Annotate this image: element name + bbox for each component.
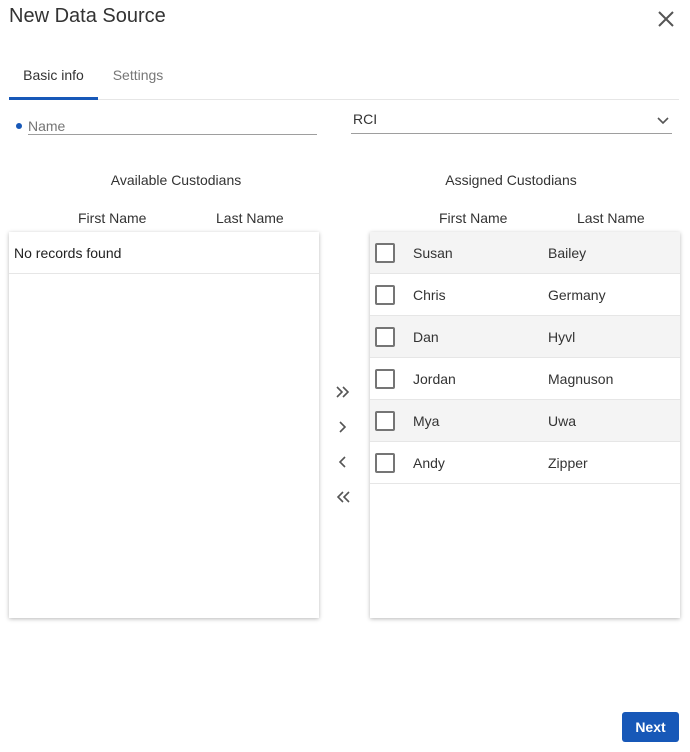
first-name-cell: Chris: [413, 287, 446, 303]
next-button[interactable]: Next: [622, 712, 679, 742]
table-row[interactable]: Andy Zipper: [370, 442, 680, 484]
chevron-down-icon: [657, 117, 669, 125]
tab-settings[interactable]: Settings: [98, 60, 178, 100]
tab-basic-info[interactable]: Basic info: [9, 60, 98, 100]
last-name-cell: Magnuson: [548, 371, 614, 387]
table-row[interactable]: Mya Uwa: [370, 400, 680, 442]
available-custodians-list[interactable]: No records found: [9, 232, 319, 618]
available-last-name-header[interactable]: Last Name: [216, 210, 284, 226]
name-field: [16, 117, 317, 135]
last-name-cell: Hyvl: [548, 329, 576, 345]
double-chevron-right-icon[interactable]: [333, 382, 353, 402]
first-name-cell: Susan: [413, 245, 453, 261]
empty-message: No records found: [9, 232, 319, 274]
row-checkbox[interactable]: [375, 243, 395, 263]
last-name-cell: Bailey: [548, 245, 587, 261]
first-name-cell: Dan: [413, 329, 439, 345]
row-checkbox[interactable]: [375, 285, 395, 305]
table-row[interactable]: Dan Hyvl: [370, 316, 680, 358]
double-chevron-left-icon[interactable]: [333, 487, 353, 507]
chevron-left-icon[interactable]: [333, 452, 353, 472]
close-icon[interactable]: [656, 9, 676, 29]
first-name-cell: Mya: [413, 413, 440, 429]
assigned-custodians-title: Assigned Custodians: [445, 172, 577, 188]
assigned-last-name-header[interactable]: Last Name: [577, 210, 645, 226]
row-checkbox[interactable]: [375, 369, 395, 389]
name-input[interactable]: [28, 117, 317, 135]
assigned-first-name-header[interactable]: First Name: [439, 210, 507, 226]
row-checkbox[interactable]: [375, 453, 395, 473]
first-name-cell: Andy: [413, 455, 445, 471]
select-value: RCI: [353, 111, 378, 127]
table-row[interactable]: Chris Germany: [370, 274, 680, 316]
assigned-custodians-list[interactable]: Susan Bailey Chris Germany Dan Hyvl Jord…: [370, 232, 680, 618]
row-checkbox[interactable]: [375, 327, 395, 347]
row-checkbox[interactable]: [375, 411, 395, 431]
last-name-cell: Germany: [548, 287, 606, 303]
required-indicator-icon: [16, 123, 22, 129]
available-first-name-header[interactable]: First Name: [78, 210, 146, 226]
table-row[interactable]: Jordan Magnuson: [370, 358, 680, 400]
last-name-cell: Zipper: [548, 455, 588, 471]
data-source-type-select[interactable]: RCI: [351, 110, 672, 134]
available-custodians-title: Available Custodians: [110, 172, 242, 188]
table-row[interactable]: Susan Bailey: [370, 232, 680, 274]
last-name-cell: Uwa: [548, 413, 577, 429]
chevron-right-icon[interactable]: [333, 417, 353, 437]
tab-bar: Basic info Settings: [9, 60, 679, 100]
first-name-cell: Jordan: [413, 371, 456, 387]
dialog-title: New Data Source: [9, 5, 166, 27]
